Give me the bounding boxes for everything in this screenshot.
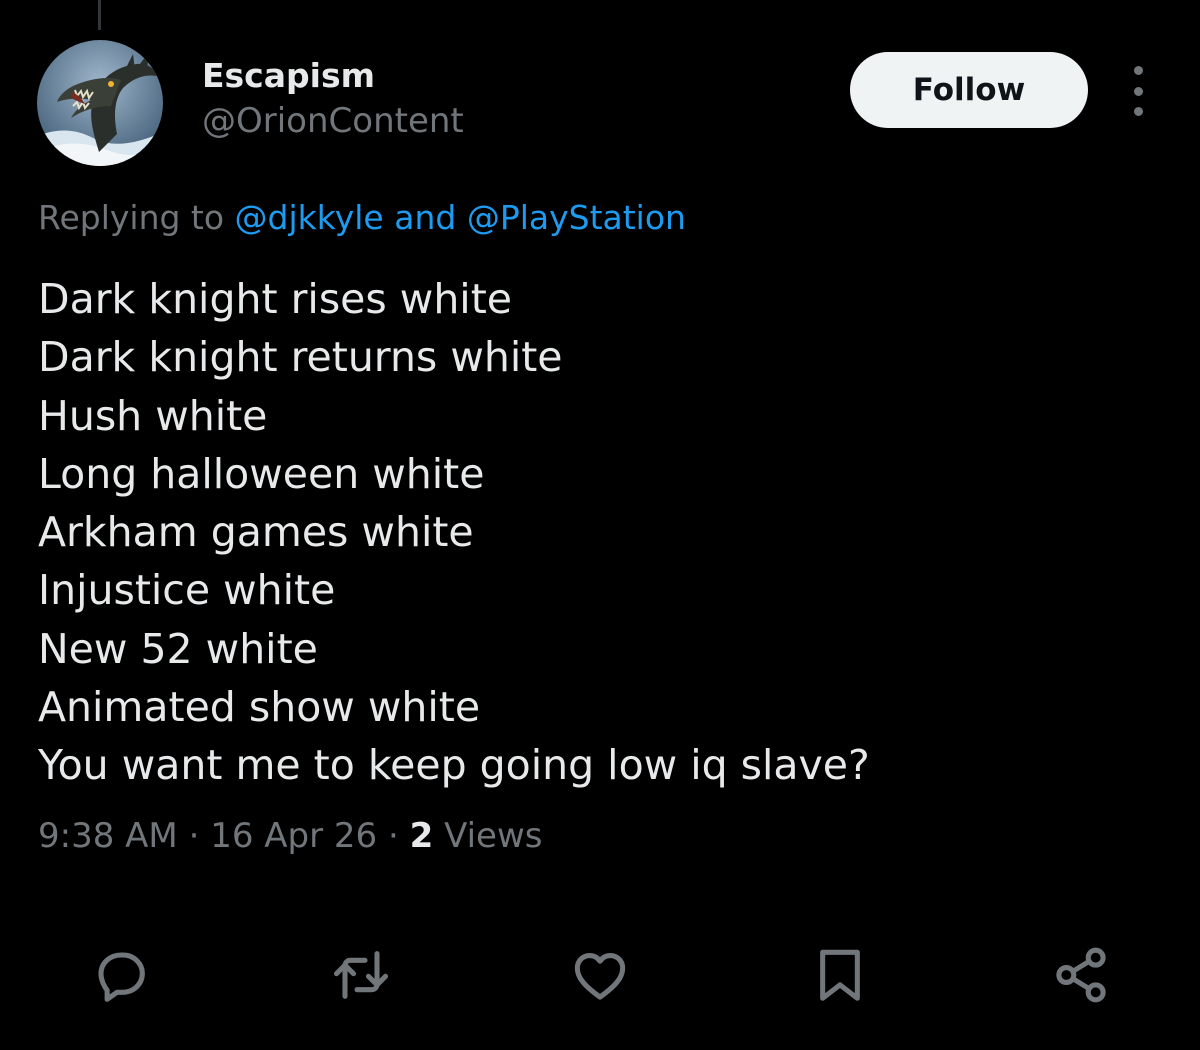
- tweet-line: Dark knight rises white: [38, 275, 513, 323]
- reply-icon: [98, 952, 145, 1002]
- tweet-date[interactable]: 16 Apr 26: [210, 816, 377, 856]
- replying-prefix: Replying to: [38, 198, 225, 237]
- more-vertical-icon[interactable]: [1118, 66, 1158, 116]
- tweet-actions-bar: [0, 940, 1200, 1010]
- like-icon: [574, 953, 626, 1000]
- tweet-line: Dark knight returns white: [38, 333, 563, 382]
- bookmark-button[interactable]: [805, 940, 875, 1010]
- more-dot: [1133, 86, 1143, 96]
- more-dot: [1133, 66, 1143, 75]
- tweet-line: Long halloween white: [38, 449, 485, 498]
- views-count: 2: [409, 816, 434, 856]
- replying-to-line: Replying to @djkkyle and @PlayStation: [38, 198, 686, 237]
- views-label: Views: [444, 816, 543, 856]
- dragon-avatar: [37, 40, 163, 166]
- like-button[interactable]: [565, 940, 635, 1010]
- tweet-line: Arkham games white: [38, 508, 474, 557]
- more-dot: [1133, 107, 1143, 116]
- share-icon: [1056, 947, 1106, 1003]
- author-display-name[interactable]: Escapism: [202, 56, 375, 95]
- tweet-line: Injustice white: [38, 566, 336, 615]
- bookmark-icon: [820, 949, 860, 1001]
- tweet-line: Animated show white: [38, 683, 481, 732]
- tweet-time[interactable]: 9:38 AM: [38, 816, 178, 856]
- tweet-line: You want me to keep going low iq slave?: [38, 741, 870, 790]
- reply-button[interactable]: [86, 940, 156, 1010]
- meta-separator: ·: [188, 816, 200, 856]
- meta-separator: ·: [387, 816, 399, 856]
- tweet-line: Hush white: [38, 391, 268, 440]
- mention-link-djkkyle[interactable]: @djkkyle: [235, 198, 384, 237]
- thread-connector-line: [98, 0, 101, 30]
- follow-button[interactable]: Follow: [850, 52, 1088, 128]
- author-handle[interactable]: @OrionContent: [202, 101, 464, 141]
- mention-link-playstation[interactable]: @PlayStation: [467, 198, 686, 237]
- retweet-icon: [333, 951, 389, 999]
- replying-conjunction: and: [394, 198, 457, 237]
- tweet-text: Dark knight rises white Dark knight retu…: [38, 270, 870, 795]
- tweet-meta: 9:38 AM · 16 Apr 26 · 2 Views: [38, 816, 543, 856]
- author-avatar[interactable]: [37, 40, 163, 166]
- share-button[interactable]: [1046, 940, 1116, 1010]
- tweet-line: New 52 white: [38, 624, 318, 673]
- retweet-button[interactable]: [326, 940, 396, 1010]
